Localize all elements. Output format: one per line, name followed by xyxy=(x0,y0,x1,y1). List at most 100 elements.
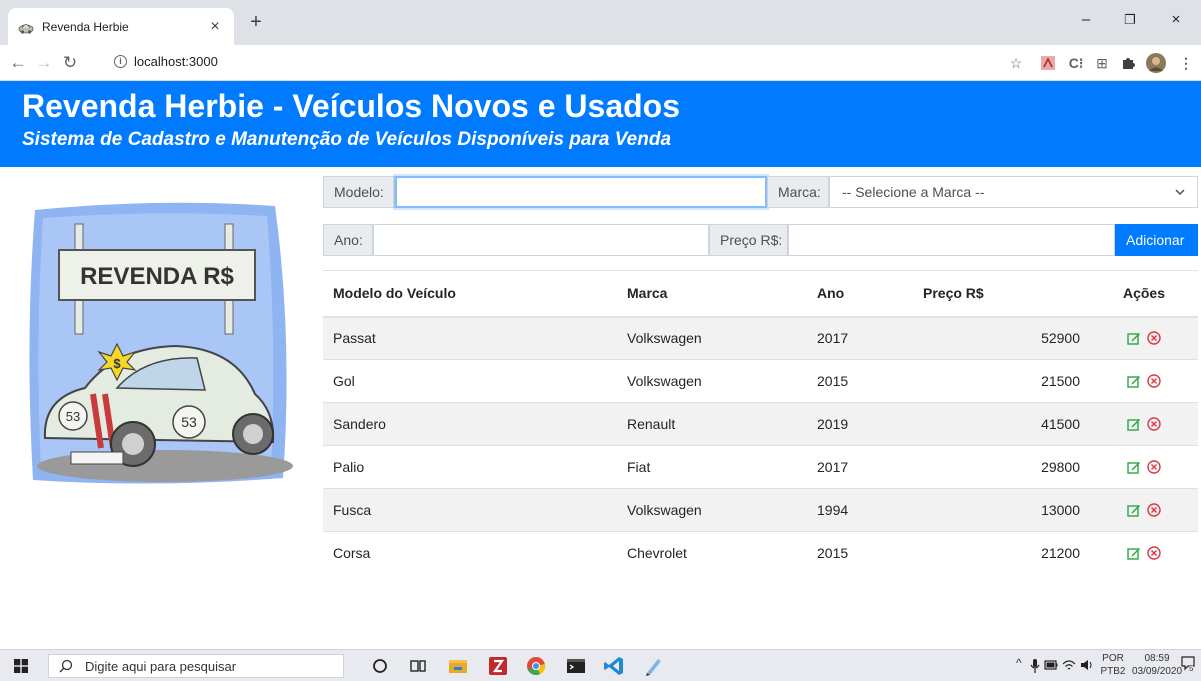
taskbar-clock[interactable]: 08:59 03/09/2020 xyxy=(1128,652,1186,678)
header-acoes: Ações xyxy=(1090,270,1198,318)
cell-marca: Volkswagen xyxy=(617,316,807,360)
cell-ano: 2017 xyxy=(807,445,913,489)
preco-input[interactable] xyxy=(788,224,1115,256)
new-tab-button[interactable]: + xyxy=(244,10,268,34)
windows-start-icon[interactable] xyxy=(14,659,28,673)
cell-acoes xyxy=(1090,359,1198,403)
notepad-icon[interactable] xyxy=(642,655,666,677)
modelo-input[interactable] xyxy=(395,176,767,208)
taskbar-search-placeholder: Digite aqui para pesquisar xyxy=(85,658,237,674)
close-window-button[interactable]: × xyxy=(1156,8,1196,32)
car-number-side-text: 53 xyxy=(181,414,197,430)
edit-icon[interactable] xyxy=(1127,503,1141,517)
header-modelo: Modelo do Veículo xyxy=(323,270,617,318)
edit-icon[interactable] xyxy=(1127,374,1141,388)
url-field[interactable]: i localhost:3000 xyxy=(114,54,218,69)
cell-ano: 2015 xyxy=(807,359,913,403)
tab-close-icon[interactable]: × xyxy=(206,18,224,36)
cell-acoes xyxy=(1090,531,1198,575)
clock-time: 08:59 xyxy=(1144,653,1170,664)
cell-marca: Volkswagen xyxy=(617,488,807,532)
maximize-button[interactable]: ❐ xyxy=(1110,8,1150,32)
site-info-icon[interactable]: i xyxy=(114,55,127,68)
marca-input-group: Marca: -- Selecione a Marca -- xyxy=(767,176,1198,208)
browser-menu-icon[interactable]: ⋮ xyxy=(1176,53,1196,73)
ano-input-group: Ano: xyxy=(323,224,709,256)
cell-marca: Volkswagen xyxy=(617,359,807,403)
profile-avatar-icon[interactable] xyxy=(1146,53,1166,73)
chevron-down-icon xyxy=(1175,189,1185,196)
taskbar-search-input[interactable]: Digite aqui para pesquisar xyxy=(48,654,344,678)
url-text: localhost:3000 xyxy=(134,54,218,69)
delete-icon[interactable] xyxy=(1147,331,1161,345)
terminal-icon[interactable] xyxy=(564,655,588,677)
edit-icon[interactable] xyxy=(1127,331,1141,345)
extension-icon[interactable]: C⁝ xyxy=(1066,53,1086,73)
herbie-car-illustration: REVENDA R$ 53 53 $ xyxy=(29,202,293,484)
table-row: Sandero Renault 2019 41500 xyxy=(323,402,1198,446)
cortana-icon[interactable] xyxy=(368,655,392,677)
delete-icon[interactable] xyxy=(1147,460,1161,474)
cell-acoes xyxy=(1090,488,1198,532)
battery-icon[interactable] xyxy=(1044,659,1058,671)
preco-input-group: Preço R$: Adicionar xyxy=(709,224,1198,256)
forward-arrow-icon[interactable]: → xyxy=(32,51,56,75)
language-indicator[interactable]: POR PTB2 xyxy=(1098,652,1128,678)
lang-bottom: PTB2 xyxy=(1100,666,1126,677)
table-row: Gol Volkswagen 2015 21500 xyxy=(323,359,1198,403)
modelo-label: Modelo: xyxy=(323,176,395,208)
wifi-icon[interactable] xyxy=(1062,659,1076,671)
delete-icon[interactable] xyxy=(1147,374,1161,388)
cell-modelo: Palio xyxy=(323,445,617,489)
bookmark-star-icon[interactable]: ☆ xyxy=(1006,53,1026,73)
car-number-text: 53 xyxy=(66,409,80,424)
preco-label: Preço R$: xyxy=(709,224,788,256)
header-ano: Ano xyxy=(807,270,913,318)
cell-preco: 21200 xyxy=(913,531,1090,575)
notification-center-icon[interactable]: 5 xyxy=(1180,655,1198,675)
marca-select[interactable]: -- Selecione a Marca -- xyxy=(829,176,1198,208)
minimize-button[interactable]: – xyxy=(1066,8,1106,32)
vscode-icon[interactable] xyxy=(602,655,626,677)
microphone-icon[interactable] xyxy=(1030,659,1040,673)
edit-icon[interactable] xyxy=(1127,417,1141,431)
chrome-icon[interactable] xyxy=(524,655,548,677)
cell-marca: Chevrolet xyxy=(617,531,807,575)
cell-ano: 2017 xyxy=(807,316,913,360)
table-row: Corsa Chevrolet 2015 21200 xyxy=(323,531,1198,575)
price-tag-text: $ xyxy=(113,356,121,371)
cell-ano: 1994 xyxy=(807,488,913,532)
table-row: Fusca Volkswagen 1994 13000 xyxy=(323,488,1198,532)
cell-ano: 2015 xyxy=(807,531,913,575)
cell-preco: 21500 xyxy=(913,359,1090,403)
vehicles-table: Modelo do Veículo Marca Ano Preço R$ Açõ… xyxy=(323,270,1198,575)
reload-icon[interactable]: ↻ xyxy=(58,51,82,75)
delete-icon[interactable] xyxy=(1147,503,1161,517)
table-header-row: Modelo do Veículo Marca Ano Preço R$ Açõ… xyxy=(323,270,1198,318)
file-explorer-icon[interactable] xyxy=(446,655,470,677)
back-arrow-icon[interactable]: ← xyxy=(6,51,30,75)
pdf-extension-icon[interactable] xyxy=(1038,53,1058,73)
puzzle-extensions-icon[interactable] xyxy=(1118,53,1138,73)
delete-icon[interactable] xyxy=(1147,417,1161,431)
header-preco: Preço R$ xyxy=(913,270,1090,318)
delete-icon[interactable] xyxy=(1147,546,1161,560)
browser-tab-bar: Revenda Herbie × + – ❐ × xyxy=(0,0,1201,45)
browser-tab[interactable]: Revenda Herbie × xyxy=(8,8,234,45)
edit-icon[interactable] xyxy=(1127,460,1141,474)
edit-icon[interactable] xyxy=(1127,546,1141,560)
task-view-icon[interactable] xyxy=(406,655,430,677)
filezilla-icon[interactable] xyxy=(486,655,510,677)
sign-text: REVENDA R$ xyxy=(80,263,234,290)
cell-preco: 52900 xyxy=(913,316,1090,360)
grid-extension-icon[interactable]: ⊞ xyxy=(1092,53,1112,73)
volume-icon[interactable] xyxy=(1080,659,1094,671)
table-row: Passat Volkswagen 2017 52900 xyxy=(323,316,1198,360)
ano-input[interactable] xyxy=(373,224,709,256)
add-button[interactable]: Adicionar xyxy=(1115,224,1198,256)
tray-expand-icon[interactable]: ^ xyxy=(1016,656,1022,670)
clock-date: 03/09/2020 xyxy=(1131,666,1183,677)
page-title: Revenda Herbie - Veículos Novos e Usados xyxy=(22,88,681,124)
table-row: Palio Fiat 2017 29800 xyxy=(323,445,1198,489)
cell-modelo: Corsa xyxy=(323,531,617,575)
